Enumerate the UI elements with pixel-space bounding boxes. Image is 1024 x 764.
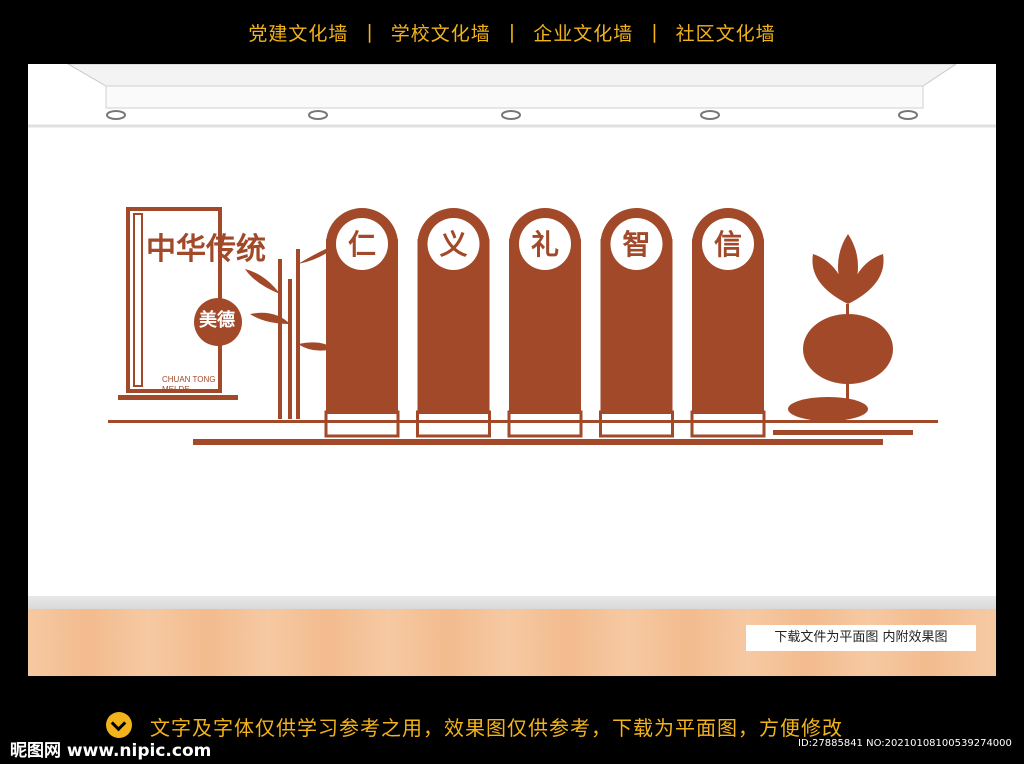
culture-wall-mural: 中华传统 CHUAN TONG MEI DE 美德 仁 义 礼 智 信 — [108, 207, 938, 445]
virtue-panel: 仁 — [324, 208, 400, 438]
image-code: ID:27885841 NO:20210108100539274000 — [798, 738, 1012, 749]
panel-character: 义 — [439, 228, 467, 261]
virtue-panel: 智 — [599, 208, 674, 438]
top-nav: 党建文化墙 | 学校文化墙 | 企业文化墙 | 社区文化墙 — [0, 0, 1024, 64]
panel-character: 仁 — [348, 228, 376, 261]
mural-title-1: 中华传统 — [146, 232, 266, 267]
panel-lattice — [324, 410, 400, 438]
nav-item-community[interactable]: 社区文化墙 — [658, 19, 794, 46]
wall-scene: 中华传统 CHUAN TONG MEI DE 美德 仁 义 礼 智 信 下载文件为平面图… — [28, 64, 996, 676]
footer-note: 文字及字体仅供学习参考之用，效果图仅供参考，下载为平面图，方便修改 — [150, 716, 843, 740]
virtue-panel: 礼 — [507, 208, 583, 438]
nav-item-enterprise[interactable]: 企业文化墙 — [515, 19, 651, 46]
pinyin-line-1: CHUAN TONG — [162, 375, 216, 384]
panel-character: 礼 — [531, 228, 559, 261]
panel-lattice — [507, 410, 583, 438]
nav-item-party[interactable]: 党建文化墙 — [230, 19, 366, 46]
virtue-panel: 义 — [416, 208, 491, 438]
chevron-down-icon — [106, 712, 132, 738]
virtue-panel: 信 — [690, 208, 766, 438]
panel-character: 信 — [714, 228, 742, 261]
brand-logo[interactable]: 昵图网 www.nipic.com — [10, 736, 211, 761]
nav-item-school[interactable]: 学校文化墙 — [373, 19, 509, 46]
panel-lattice — [690, 410, 766, 438]
panel-character: 智 — [622, 228, 650, 261]
panel-lattice — [416, 410, 491, 438]
seal-text: 美德 — [199, 309, 235, 331]
floor-edge — [28, 596, 996, 610]
virtue-panels: 仁义礼智信 — [324, 208, 766, 438]
pinyin-line-2: MEI DE — [162, 385, 190, 394]
notice-label: 下载文件为平面图 内附效果图 — [746, 625, 976, 651]
panel-lattice — [599, 410, 674, 438]
